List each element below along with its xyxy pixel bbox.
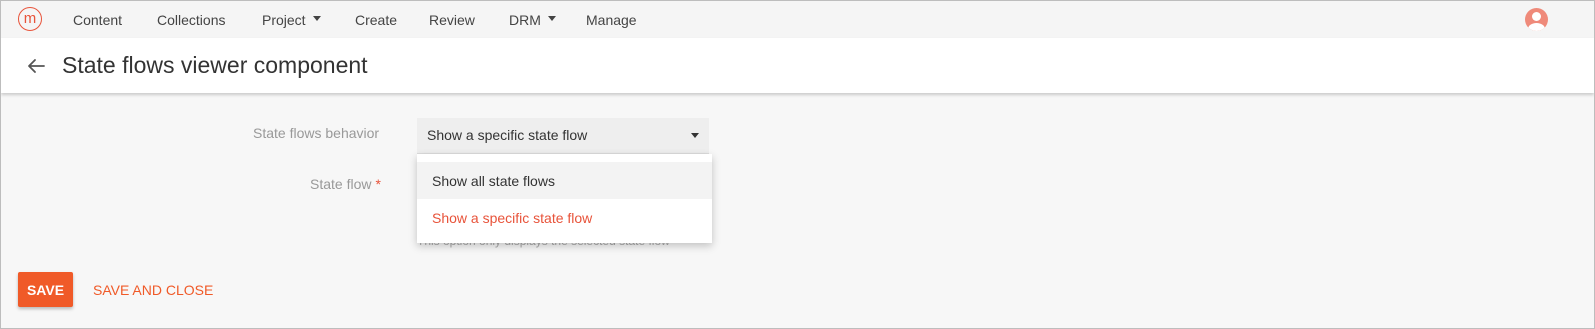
- option-show-specific-state-flow[interactable]: Show a specific state flow: [417, 199, 712, 236]
- save-and-close-button[interactable]: SAVE AND CLOSE: [93, 272, 213, 307]
- option-show-all-state-flows[interactable]: Show all state flows: [417, 162, 712, 199]
- arrow-left-icon[interactable]: [26, 58, 46, 74]
- nav-item-drm[interactable]: DRM: [509, 1, 556, 38]
- logo-icon[interactable]: m: [18, 7, 42, 31]
- nav-item-content[interactable]: Content: [73, 1, 122, 38]
- state-flows-behavior-select[interactable]: Show a specific state flow: [417, 118, 709, 154]
- caret-down-icon: [312, 16, 321, 21]
- state-flow-label: State flow *: [310, 176, 381, 192]
- caret-down-icon: [691, 133, 699, 138]
- user-avatar-icon[interactable]: [1525, 8, 1548, 31]
- dropdown-menu: Show all state flows Show a specific sta…: [417, 154, 712, 243]
- nav-item-create[interactable]: Create: [355, 1, 397, 38]
- top-navbar: m Content Collections Project Create Rev…: [1, 1, 1594, 38]
- avatar-head: [1532, 12, 1541, 21]
- page-title: State flows viewer component: [62, 52, 368, 78]
- nav-item-review[interactable]: Review: [429, 1, 475, 38]
- nav-item-project[interactable]: Project: [262, 1, 321, 38]
- nav-item-manage[interactable]: Manage: [586, 1, 637, 38]
- required-marker: *: [375, 176, 381, 192]
- select-value: Show a specific state flow: [427, 127, 588, 143]
- page-header: State flows viewer component: [1, 38, 1594, 93]
- app-window: m Content Collections Project Create Rev…: [0, 0, 1595, 329]
- avatar-body: [1528, 23, 1545, 31]
- arrow-left-svg: [28, 59, 45, 73]
- state-flows-behavior-label: State flows behavior: [253, 125, 380, 141]
- caret-down-icon: [547, 16, 556, 21]
- nav-item-collections[interactable]: Collections: [157, 1, 225, 38]
- save-button[interactable]: SAVE: [18, 272, 73, 307]
